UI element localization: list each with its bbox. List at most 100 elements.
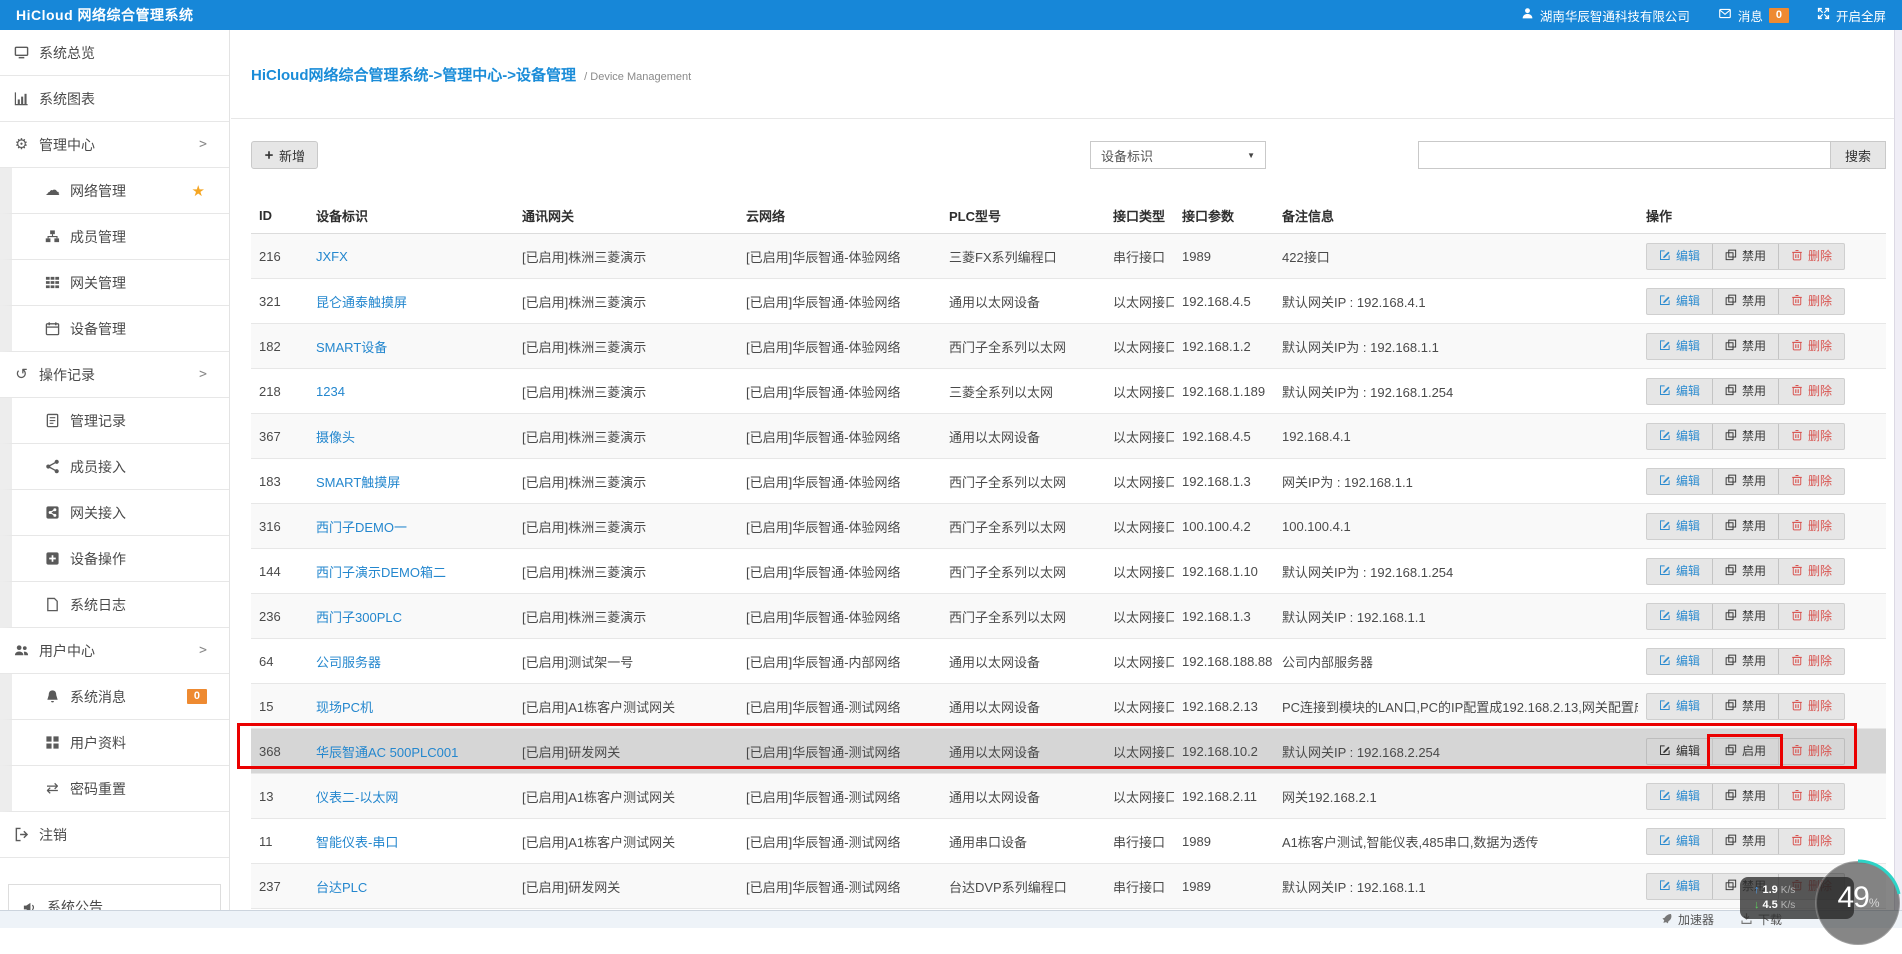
delete-button[interactable]: 删除: [1778, 694, 1844, 719]
device-name-link[interactable]: 昆仑通泰触摸屏: [316, 295, 407, 310]
edit-button[interactable]: 编辑: [1647, 289, 1712, 314]
edit-button[interactable]: 编辑: [1647, 649, 1712, 674]
device-name-link[interactable]: 西门子DEMO一: [316, 520, 407, 535]
edit-button[interactable]: 编辑: [1647, 514, 1712, 539]
edit-button[interactable]: 编辑: [1647, 334, 1712, 359]
device-name-link[interactable]: 台达PLC: [316, 880, 367, 895]
toggle-enable-button[interactable]: 禁用: [1712, 829, 1778, 854]
sidebar-item-gateway-access[interactable]: 网关接入: [0, 490, 229, 536]
sidebar-item-member-access[interactable]: 成员接入: [0, 444, 229, 490]
table-row: 182 SMART设备 [已启用]株洲三菱演示 [已启用]华辰智通-体验网络 西…: [251, 324, 1886, 369]
chevron-right-icon: >: [199, 367, 207, 382]
cell-remark: 默认网关IP : 192.168.1.1: [1274, 594, 1638, 639]
delete-button[interactable]: 删除: [1778, 604, 1844, 629]
pencil-icon: [1659, 339, 1671, 354]
edit-button[interactable]: 编辑: [1647, 694, 1712, 719]
cell-interface-type: 串行接口: [1105, 234, 1174, 279]
toggle-enable-button[interactable]: 禁用: [1712, 289, 1778, 314]
sidebar-item-system-logs[interactable]: 系统日志: [0, 582, 229, 628]
edit-button[interactable]: 编辑: [1647, 424, 1712, 449]
device-name-link[interactable]: 华辰智通AC 500PLC001: [316, 745, 458, 760]
cell-plc-model: 通用以太网设备: [941, 684, 1105, 729]
sidebar-item-system-messages[interactable]: 系统消息 0: [0, 674, 229, 720]
edit-button[interactable]: 编辑: [1647, 874, 1712, 899]
sidebar-item-management-records[interactable]: 管理记录: [0, 398, 229, 444]
delete-button[interactable]: 删除: [1778, 379, 1844, 404]
toggle-enable-button[interactable]: 禁用: [1712, 559, 1778, 584]
cell-cloud-network: [已启用]华辰智通-体验网络: [738, 504, 941, 549]
sidebar-item-user-profile[interactable]: 用户资料: [0, 720, 229, 766]
device-name-link[interactable]: 摄像头: [316, 430, 355, 445]
sidebar-item-network-management[interactable]: ☁ 网络管理 ★: [0, 168, 229, 214]
toggle-enable-button[interactable]: 禁用: [1712, 424, 1778, 449]
sidebar-item-system-charts[interactable]: 系统图表: [0, 76, 229, 122]
device-name-link[interactable]: SMART设备: [316, 340, 387, 355]
star-icon[interactable]: ★: [192, 182, 205, 200]
sidebar-item-logout[interactable]: 注销: [0, 812, 229, 858]
device-name-link[interactable]: 仪表二-以太网: [316, 790, 398, 805]
filter-field-select[interactable]: 设备标识 ▼: [1090, 141, 1266, 169]
device-name-link[interactable]: 公司服务器: [316, 655, 381, 670]
sidebar-item-member-management[interactable]: 成员管理: [0, 214, 229, 260]
cell-id: 321: [251, 279, 308, 324]
add-device-button[interactable]: 新增: [251, 141, 318, 169]
fullscreen-toggle[interactable]: 开启全屏: [1817, 6, 1886, 25]
edit-button[interactable]: 编辑: [1647, 604, 1712, 629]
toggle-enable-button[interactable]: 禁用: [1712, 784, 1778, 809]
action-button-group: 编辑 禁用 删除: [1646, 333, 1845, 360]
edit-button[interactable]: 编辑: [1647, 379, 1712, 404]
delete-button[interactable]: 删除: [1778, 334, 1844, 359]
delete-button[interactable]: 删除: [1778, 424, 1844, 449]
table-row: 321 昆仑通泰触摸屏 [已启用]株洲三菱演示 [已启用]华辰智通-体验网络 通…: [251, 279, 1886, 324]
edit-button[interactable]: 编辑: [1647, 559, 1712, 584]
device-name-link[interactable]: SMART触摸屏: [316, 475, 400, 490]
toggle-enable-button[interactable]: 禁用: [1712, 334, 1778, 359]
edit-button[interactable]: 编辑: [1647, 784, 1712, 809]
cell-plc-model: 西门子全系列以太网: [941, 459, 1105, 504]
scrollbar[interactable]: [1894, 30, 1902, 910]
toggle-enable-button[interactable]: 禁用: [1712, 694, 1778, 719]
device-name-link[interactable]: 现场PC机: [316, 700, 373, 715]
toggle-enable-button[interactable]: 禁用: [1712, 379, 1778, 404]
toggle-enable-button[interactable]: 启用: [1712, 739, 1778, 764]
delete-button[interactable]: 删除: [1778, 244, 1844, 269]
toggle-enable-button[interactable]: 禁用: [1712, 604, 1778, 629]
messages-menu[interactable]: 消息 0: [1718, 6, 1789, 25]
edit-button[interactable]: 编辑: [1647, 469, 1712, 494]
clone-icon: [1725, 789, 1737, 804]
toggle-enable-button[interactable]: 禁用: [1712, 469, 1778, 494]
resource-percent-widget[interactable]: 49%: [1812, 857, 1902, 954]
delete-button[interactable]: 删除: [1778, 514, 1844, 539]
sidebar-item-password-reset[interactable]: ⇄ 密码重置: [0, 766, 229, 812]
edit-button[interactable]: 编辑: [1647, 739, 1712, 764]
account-menu[interactable]: 湖南华辰智通科技有限公司: [1521, 6, 1690, 25]
toggle-enable-button[interactable]: 禁用: [1712, 649, 1778, 674]
cell-cloud-network: [已启用]华辰智通-体验网络: [738, 414, 941, 459]
sidebar-item-operation-records[interactable]: ↺ 操作记录 >: [0, 352, 229, 398]
delete-button[interactable]: 删除: [1778, 829, 1844, 854]
sidebar-item-gateway-management[interactable]: 网关管理: [0, 260, 229, 306]
delete-button[interactable]: 删除: [1778, 469, 1844, 494]
delete-button[interactable]: 删除: [1778, 784, 1844, 809]
sidebar-item-system-overview[interactable]: 系统总览: [0, 30, 229, 76]
delete-button[interactable]: 删除: [1778, 289, 1844, 314]
search-button[interactable]: 搜索: [1830, 141, 1886, 169]
sidebar-item-device-operation[interactable]: 设备操作: [0, 536, 229, 582]
edit-button[interactable]: 编辑: [1647, 244, 1712, 269]
delete-button[interactable]: 删除: [1778, 649, 1844, 674]
sidebar-item-user-center[interactable]: 用户中心 >: [0, 628, 229, 674]
sidebar-item-device-management[interactable]: 设备管理: [0, 306, 229, 352]
device-name-link[interactable]: 西门子300PLC: [316, 610, 402, 625]
search-input[interactable]: [1418, 141, 1830, 169]
accelerator-item[interactable]: 加速器: [1660, 911, 1714, 928]
device-name-link[interactable]: 智能仪表-串口: [316, 835, 398, 850]
toggle-enable-button[interactable]: 禁用: [1712, 244, 1778, 269]
delete-button[interactable]: 删除: [1778, 739, 1844, 764]
sidebar-item-management-center[interactable]: ⚙ 管理中心 >: [0, 122, 229, 168]
edit-button[interactable]: 编辑: [1647, 829, 1712, 854]
device-name-link[interactable]: 西门子演示DEMO箱二: [316, 565, 446, 580]
device-name-link[interactable]: 1234: [316, 384, 345, 399]
delete-button[interactable]: 删除: [1778, 559, 1844, 584]
toggle-enable-button[interactable]: 禁用: [1712, 514, 1778, 539]
device-name-link[interactable]: JXFX: [316, 249, 348, 264]
